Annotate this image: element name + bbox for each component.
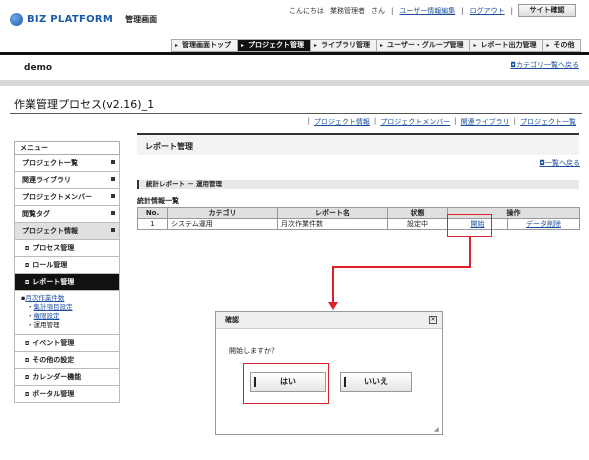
nav-divider — [0, 52, 589, 55]
start-highlight-box — [447, 214, 492, 237]
close-icon[interactable]: ✕ — [429, 316, 437, 324]
dialog-message: 開始しますか？ — [229, 347, 278, 355]
title-underline — [10, 113, 582, 114]
square-bullet-icon — [111, 177, 115, 181]
tab-admin-top[interactable]: 管理画面トップ — [171, 39, 237, 52]
sidebar-item-project-members[interactable]: プロジェクトメンバー — [14, 189, 120, 206]
row-category: システム運用 — [167, 218, 278, 230]
sidebar-item-role-management[interactable]: ロール管理 — [14, 257, 120, 274]
tab-library-management[interactable]: ライブラリ管理 — [310, 39, 376, 52]
sidebar-item-related-library[interactable]: 関連ライブラリ — [14, 172, 120, 189]
user-greeting: こんにちは 業務管理者 さん | ユーザー情報編集 | ログアウト | — [289, 6, 513, 16]
category-back-link[interactable]: ◘カテゴリ一覧へ戻る — [510, 60, 579, 70]
col-status: 状態 — [387, 207, 448, 219]
yes-highlight-box — [243, 363, 329, 404]
logo: BIZ PLATFORM 管理画面 — [10, 12, 157, 26]
page-heading: レポート管理 — [137, 133, 579, 155]
sidebar-item-process-management[interactable]: プロセス管理 — [14, 240, 120, 257]
project-title: 作業管理プロセス(v2.16)_1 — [14, 98, 155, 111]
user-name: 業務管理者 — [330, 7, 366, 15]
greeting-text: こんにちは — [289, 7, 325, 15]
back-to-list-link[interactable]: ◘一覧へ戻る — [539, 158, 580, 168]
row-no: 1 — [137, 218, 168, 230]
square-bullet-icon — [111, 211, 115, 215]
col-report-name: レポート名 — [277, 207, 388, 219]
sidebar: メニュー プロジェクト一覧 関連ライブラリ プロジェクトメンバー 閲覧タグ プロ… — [14, 141, 120, 403]
project-links: | プロジェクト情報 | プロジェクトメンバー | 関連ライブラリ | プロジェクト一覧 — [307, 117, 576, 127]
callout-line — [332, 266, 471, 268]
row-report-name: 月次作業件数 — [277, 218, 388, 230]
tab-project-management[interactable]: プロジェクト管理 — [237, 39, 310, 52]
col-category: カテゴリ — [167, 207, 278, 219]
report-sub-monthly-count[interactable]: 月次作業件数 — [25, 294, 64, 302]
sidebar-item-event-management[interactable]: イベント管理 — [14, 335, 120, 352]
tab-report-output-management[interactable]: レポート出力管理 — [469, 39, 543, 52]
project-info-link[interactable]: プロジェクト情報 — [314, 117, 370, 127]
sidebar-item-view-tags[interactable]: 閲覧タグ — [14, 206, 120, 223]
logout-link[interactable]: ログアウト — [470, 6, 505, 16]
category-name: demo — [24, 63, 53, 73]
report-sub-aggregation-settings[interactable]: 集計項目設定 — [34, 303, 73, 311]
user-edit-link[interactable]: ユーザー情報編集 — [399, 6, 455, 16]
admin-label: 管理画面 — [125, 14, 158, 24]
report-sub-permission-settings[interactable]: 権限設定 — [34, 312, 60, 320]
sidebar-header: メニュー — [14, 141, 120, 155]
sidebar-item-portal-management[interactable]: ポータル管理 — [14, 386, 120, 403]
sidebar-item-project-list[interactable]: プロジェクト一覧 — [14, 155, 120, 172]
col-no: No. — [137, 207, 168, 219]
logo-text: BIZ PLATFORM — [27, 13, 114, 25]
arrow-down-icon — [328, 302, 338, 310]
project-member-link[interactable]: プロジェクトメンバー — [380, 117, 450, 127]
dialog-title: 確認 — [225, 316, 239, 324]
no-button[interactable]: いいえ — [340, 372, 412, 392]
callout-line — [469, 237, 471, 267]
delete-data-link[interactable]: データ削除 — [526, 220, 561, 228]
table-row: 1 システム運用 月次作業件数 設定中 開始 データ削除 — [137, 218, 580, 230]
sidebar-item-calendar[interactable]: カレンダー機能 — [14, 369, 120, 386]
sidebar-item-other-settings[interactable]: その他の設定 — [14, 352, 120, 369]
square-bullet-icon — [111, 228, 115, 232]
resize-grip-icon[interactable]: ◢ — [434, 426, 440, 433]
square-bullet-icon — [111, 160, 115, 164]
list-label: 統計情報一覧 — [137, 197, 179, 205]
section-subheading: 統計レポート － 運用管理 — [137, 180, 579, 189]
tab-other[interactable]: その他 — [542, 39, 582, 52]
button-bar-icon — [344, 377, 346, 387]
tab-user-group-management[interactable]: ユーザー・グループ管理 — [376, 39, 470, 52]
report-sub-operation-management: 運用管理 — [33, 321, 60, 329]
table-header-row: No. カテゴリ レポート名 状態 操作 — [137, 207, 580, 219]
square-bullet-icon — [111, 194, 115, 198]
logo-mark-icon — [10, 12, 23, 26]
site-confirm-button[interactable]: サイト確認 — [518, 4, 576, 17]
related-library-link[interactable]: 関連ライブラリ — [461, 117, 510, 127]
dialog-title-bar: 確認 ✕ — [216, 312, 442, 329]
report-table: No. カテゴリ レポート名 状態 操作 1 システム運用 月次作業件数 設定中… — [137, 207, 580, 230]
project-list-link[interactable]: プロジェクト一覧 — [520, 117, 576, 127]
report-submenu: ▪月次作業件数 ・集計項目設定 ・権限設定 ・運用管理 — [14, 291, 120, 335]
sidebar-item-report-management[interactable]: レポート管理 — [14, 274, 120, 291]
row-status: 設定中 — [387, 218, 448, 230]
top-navigation: 管理画面トップ プロジェクト管理 ライブラリ管理 ユーザー・グループ管理 レポー… — [171, 39, 582, 52]
honorific: さん — [371, 7, 386, 15]
callout-line — [332, 266, 334, 304]
sidebar-item-project-info[interactable]: プロジェクト情報 — [14, 223, 120, 240]
category-divider — [0, 80, 589, 86]
